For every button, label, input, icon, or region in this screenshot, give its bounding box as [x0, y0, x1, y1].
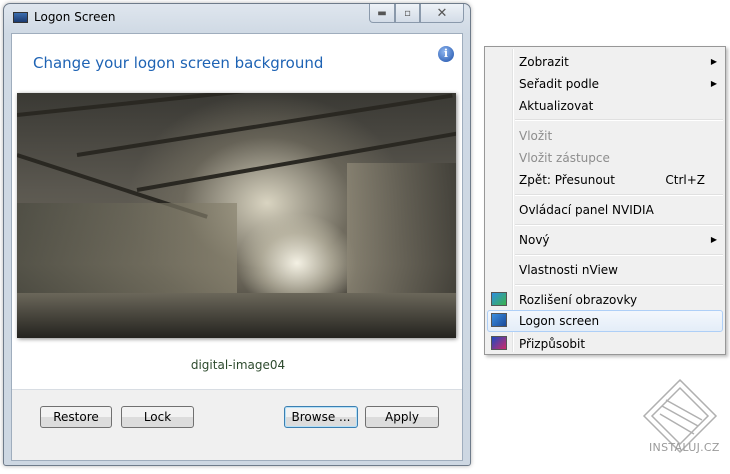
- menu-item-prizpusobit[interactable]: Přizpůsobit: [487, 333, 723, 355]
- restore-button[interactable]: Restore: [40, 406, 112, 428]
- menu-item-label: Aktualizovat: [519, 99, 594, 113]
- personalize-icon: [491, 336, 507, 350]
- window-title: Logon Screen: [34, 10, 116, 24]
- chevron-right-icon: ▶: [710, 57, 717, 66]
- menu-item-nview[interactable]: Vlastnosti nView: [487, 259, 723, 281]
- menu-separator: [515, 224, 723, 226]
- content-panel: Change your logon screen background i di…: [11, 33, 463, 461]
- monitor-icon: [491, 313, 507, 327]
- menu-item-label: Logon screen: [519, 314, 600, 328]
- background-preview-image: [17, 93, 456, 338]
- menu-item-zobrazit[interactable]: Zobrazit ▶: [487, 51, 723, 73]
- menu-item-zpet[interactable]: Zpět: Přesunout Ctrl+Z: [487, 169, 723, 191]
- menu-item-label: Zpět: Přesunout: [519, 173, 615, 187]
- menu-item-label: Zobrazit: [519, 55, 569, 69]
- watermark-text: INSTALUJ.CZ: [649, 441, 720, 454]
- image-name-label: digital-image04: [190, 358, 286, 372]
- chevron-right-icon: ▶: [710, 79, 717, 88]
- menu-item-aktualizovat[interactable]: Aktualizovat: [487, 95, 723, 117]
- minimize-button[interactable]: ▬: [369, 4, 395, 23]
- menu-item-label: Vlastnosti nView: [519, 263, 618, 277]
- menu-separator: [515, 194, 723, 196]
- close-button[interactable]: ✕: [420, 4, 464, 23]
- menu-item-logon-screen[interactable]: Logon screen: [487, 310, 723, 332]
- menu-item-seradit[interactable]: Seřadit podle ▶: [487, 73, 723, 95]
- menu-item-vlozit[interactable]: Vložit: [487, 125, 723, 147]
- shortcut-label: Ctrl+Z: [665, 173, 705, 187]
- apply-button[interactable]: Apply: [365, 406, 439, 428]
- menu-item-label: Vložit zástupce: [519, 151, 610, 165]
- menu-item-nvidia[interactable]: Ovládací panel NVIDIA: [487, 199, 723, 221]
- menu-item-label: Nový: [519, 233, 550, 247]
- menu-separator: [515, 119, 723, 121]
- screen-resolution-icon: [491, 292, 507, 306]
- monitor-icon: [13, 12, 28, 23]
- menu-item-label: Vložit: [519, 129, 553, 143]
- browse-button[interactable]: Browse ...: [284, 406, 358, 428]
- lock-button[interactable]: Lock: [121, 406, 194, 428]
- menu-separator: [515, 254, 723, 256]
- maximize-button[interactable]: ▫: [395, 4, 420, 23]
- menu-item-label: Rozlišení obrazovky: [519, 293, 638, 307]
- menu-item-rozliseni[interactable]: Rozlišení obrazovky: [487, 289, 723, 311]
- menu-item-label: Ovládací panel NVIDIA: [519, 203, 654, 217]
- info-icon[interactable]: i: [438, 46, 454, 62]
- menu-item-label: Seřadit podle: [519, 77, 600, 91]
- logon-screen-window: Logon Screen ▬ ▫ ✕ Change your logon scr…: [3, 3, 471, 466]
- menu-item-vlozit-zastupce[interactable]: Vložit zástupce: [487, 147, 723, 169]
- desktop-context-menu: Zobrazit ▶ Seřadit podle ▶ Aktualizovat Vl…: [484, 46, 726, 355]
- chevron-right-icon: ▶: [710, 235, 717, 244]
- menu-item-novy[interactable]: Nový ▶: [487, 229, 723, 251]
- menu-separator: [515, 284, 723, 286]
- menu-item-label: Přizpůsobit: [519, 337, 586, 351]
- page-title: Change your logon screen background: [33, 54, 324, 72]
